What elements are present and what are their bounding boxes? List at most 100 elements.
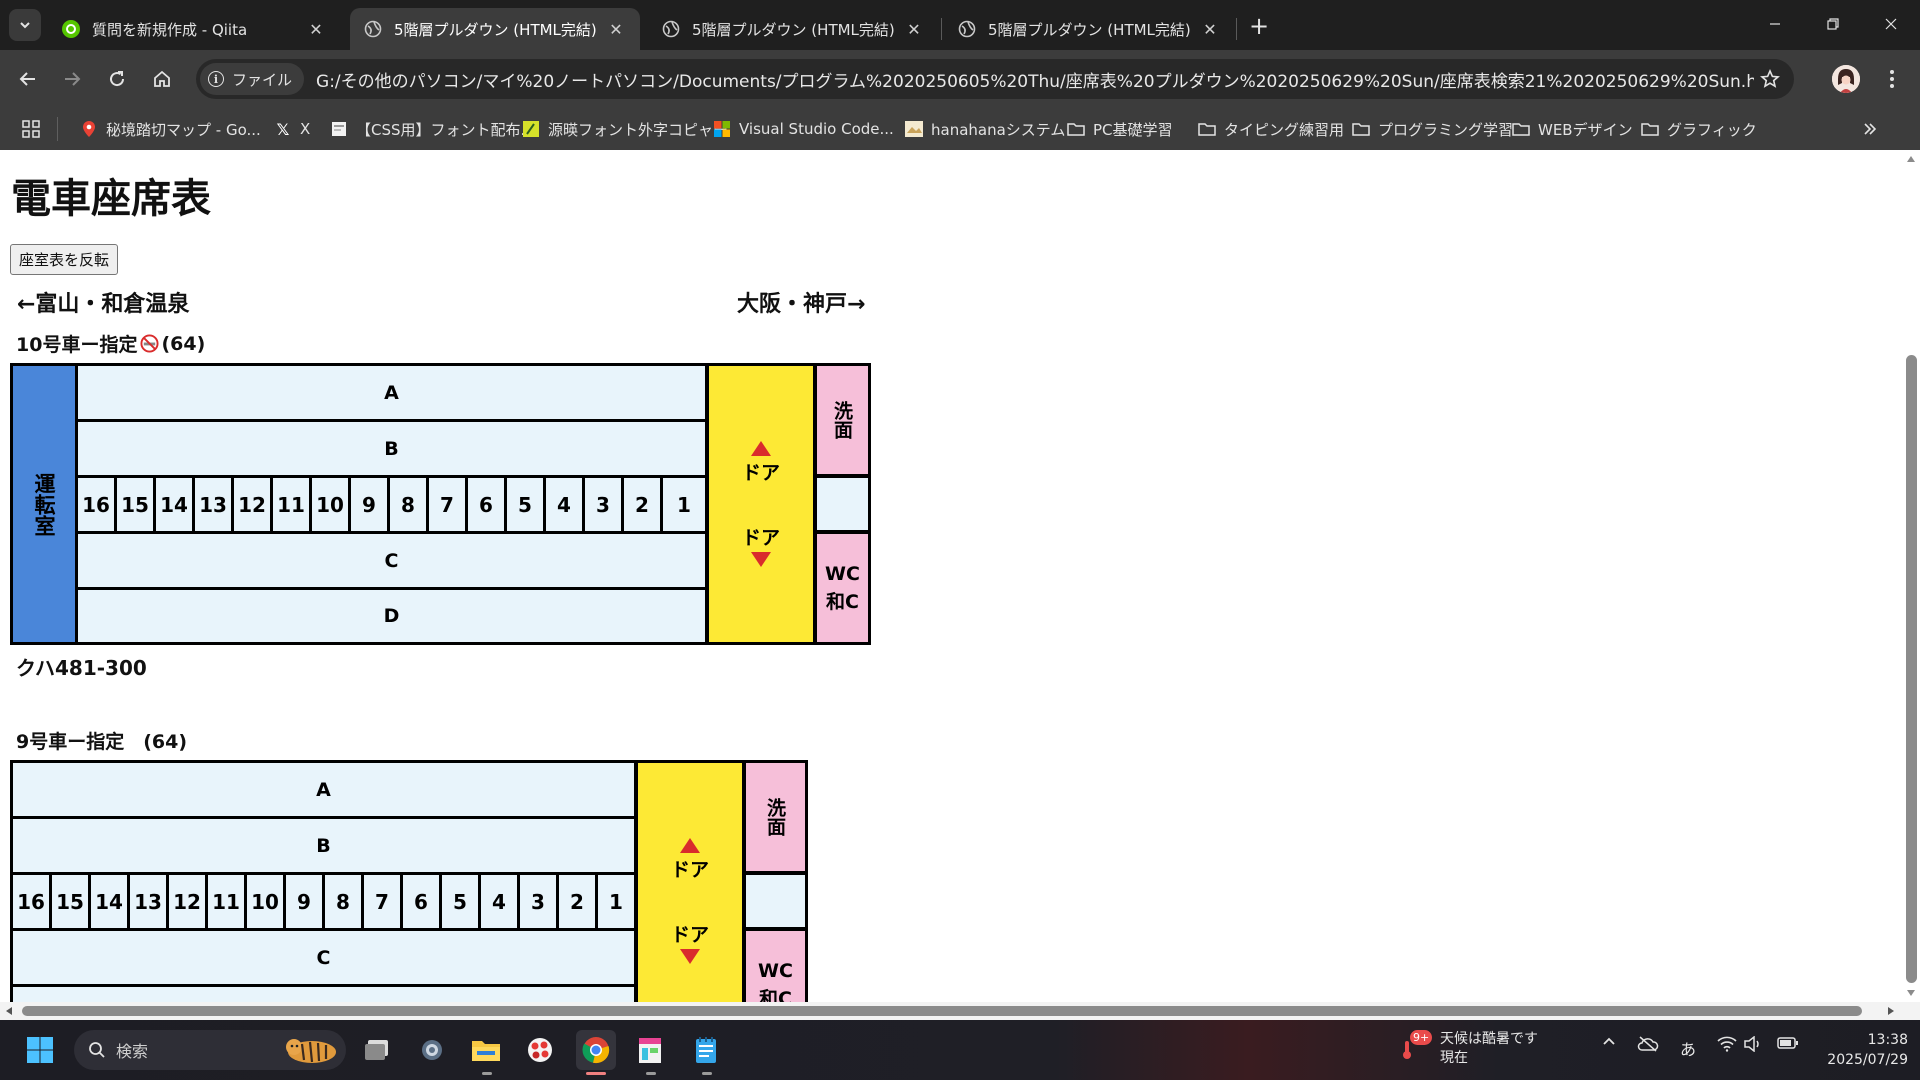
settings-app-button[interactable] xyxy=(412,1030,452,1070)
seat-number[interactable]: 12 xyxy=(169,875,205,928)
wifi-button[interactable] xyxy=(1716,1036,1738,1052)
seat-number[interactable]: 9 xyxy=(286,875,322,928)
seat-number[interactable]: 15 xyxy=(117,478,153,531)
flip-seat-map-button[interactable]: 座室表を反転 xyxy=(10,244,119,275)
site-info-chip[interactable]: i ファイル xyxy=(200,63,305,95)
bookmark-item[interactable]: 𝕏 X xyxy=(274,114,311,144)
tab-search-button[interactable] xyxy=(9,9,41,41)
seat-number[interactable]: 14 xyxy=(91,875,127,928)
task-view-button[interactable] xyxy=(358,1030,398,1070)
bookmark-item[interactable]: 【CSS用】フォント配布... xyxy=(330,114,535,144)
horizontal-scroll-thumb[interactable] xyxy=(22,1006,1862,1016)
door-label-bottom: ドア xyxy=(741,527,780,549)
arrow-down-icon xyxy=(680,949,700,964)
seat-number[interactable]: 1 xyxy=(598,875,634,928)
chrome-button[interactable] xyxy=(576,1030,616,1070)
arrow-down-icon xyxy=(751,552,771,567)
seat-number[interactable]: 2 xyxy=(624,478,660,531)
back-button[interactable] xyxy=(12,63,44,95)
volume-button[interactable] xyxy=(1742,1036,1764,1052)
forward-button[interactable] xyxy=(56,63,88,95)
seat-number[interactable]: 8 xyxy=(390,478,426,531)
notepad-button[interactable] xyxy=(686,1030,726,1070)
seat-number[interactable]: 16 xyxy=(78,478,114,531)
seat-number[interactable]: 5 xyxy=(507,478,543,531)
bookmark-folder[interactable]: プログラミング学習 xyxy=(1352,114,1513,144)
seat-number[interactable]: 4 xyxy=(546,478,582,531)
more-bookmarks-button[interactable] xyxy=(1862,114,1878,144)
seat-number[interactable]: 11 xyxy=(208,875,244,928)
ime-indicator[interactable]: あ xyxy=(1676,1036,1700,1060)
close-icon[interactable]: ✕ xyxy=(904,19,924,39)
search-highlight-tiger-icon xyxy=(286,1039,336,1063)
close-icon[interactable]: ✕ xyxy=(306,19,326,39)
close-icon[interactable]: ✕ xyxy=(1200,19,1220,39)
seat-number[interactable]: 6 xyxy=(403,875,439,928)
tab-qiita[interactable]: 質問を新規作成 - Qiita ✕ xyxy=(48,8,340,50)
seat-number[interactable]: 10 xyxy=(247,875,283,928)
info-icon: i xyxy=(208,71,224,87)
task-view-icon xyxy=(365,1040,388,1060)
scroll-up-arrow-icon[interactable] xyxy=(1907,156,1915,162)
restore-button[interactable] xyxy=(1804,0,1862,48)
tab[interactable]: 5階層プルダウン (HTML完結) ✕ xyxy=(944,8,1234,50)
seat-number[interactable]: 13 xyxy=(130,875,166,928)
taskbar-search[interactable]: 検索 xyxy=(74,1030,346,1070)
address-bar[interactable]: i ファイル G:/その他のパソコン/マイ%20ノートパソコン/Document… xyxy=(196,59,1794,99)
row-c: C xyxy=(78,534,705,587)
scroll-right-arrow-icon[interactable] xyxy=(1888,1007,1894,1015)
seat-number[interactable]: 10 xyxy=(312,478,348,531)
more-menu-button[interactable] xyxy=(1876,63,1908,95)
seat-number[interactable]: 1 xyxy=(663,478,705,531)
close-icon[interactable]: ✕ xyxy=(606,19,626,39)
seat-number[interactable]: 6 xyxy=(468,478,504,531)
seat-number[interactable]: 14 xyxy=(156,478,192,531)
seat-number[interactable]: 15 xyxy=(52,875,88,928)
bookmark-item[interactable]: hanahanaシステム xyxy=(905,114,1065,144)
bookmark-item[interactable]: Visual Studio Code... xyxy=(713,114,894,144)
system-clock[interactable]: 13:38 2025/07/29 xyxy=(1812,1030,1908,1070)
seat-number[interactable]: 3 xyxy=(585,478,621,531)
reload-button[interactable] xyxy=(101,63,133,95)
bookmark-folder[interactable]: PC基礎学習 xyxy=(1067,114,1173,144)
file-explorer-button[interactable] xyxy=(466,1030,506,1070)
seat-number[interactable]: 2 xyxy=(559,875,595,928)
seat-number[interactable]: 16 xyxy=(13,875,49,928)
seat-number[interactable]: 4 xyxy=(481,875,517,928)
apps-button[interactable] xyxy=(22,114,40,144)
bookmark-folder[interactable]: タイピング練習用 xyxy=(1198,114,1344,144)
bookmark-item[interactable]: 秘境踏切マップ - Go... xyxy=(80,114,261,144)
vertical-scroll-thumb[interactable] xyxy=(1906,355,1917,983)
minimize-button[interactable] xyxy=(1746,0,1804,48)
seat-number[interactable]: 9 xyxy=(351,478,387,531)
bookmark-folder[interactable]: WEBデザイン xyxy=(1512,114,1633,144)
seat-number[interactable]: 11 xyxy=(273,478,309,531)
battery-button[interactable] xyxy=(1776,1036,1800,1050)
seat-number[interactable]: 7 xyxy=(429,478,465,531)
car-name: 9号車ー指定 (64) xyxy=(16,731,188,753)
start-button[interactable] xyxy=(20,1030,60,1070)
scroll-down-arrow-icon[interactable] xyxy=(1907,990,1915,996)
tray-overflow-button[interactable] xyxy=(1598,1036,1620,1046)
tab-active[interactable]: 5階層プルダウン (HTML完結) ✕ xyxy=(350,8,640,50)
seat-number[interactable]: 13 xyxy=(195,478,231,531)
bookmark-folder[interactable]: グラフィック xyxy=(1641,114,1757,144)
seat-number[interactable]: 7 xyxy=(364,875,400,928)
url-text[interactable]: G:/その他のパソコン/マイ%20ノートパソコン/Documents/プログラム… xyxy=(316,67,1754,92)
profile-avatar[interactable] xyxy=(1832,65,1860,93)
weather-widget[interactable]: 9+ 天候は酷暑です 現在 xyxy=(1400,1030,1538,1068)
bookmark-item[interactable]: 源暎フォント外字コピャー xyxy=(522,114,728,144)
home-button[interactable] xyxy=(146,63,178,95)
seat-number[interactable]: 12 xyxy=(234,478,270,531)
tab[interactable]: 5階層プルダウン (HTML完結) ✕ xyxy=(648,8,938,50)
new-tab-button[interactable]: + xyxy=(1245,12,1273,40)
seat-number[interactable]: 5 xyxy=(442,875,478,928)
seat-number[interactable]: 3 xyxy=(520,875,556,928)
app-button[interactable] xyxy=(630,1030,670,1070)
bookmark-star-icon[interactable] xyxy=(1754,63,1786,95)
seat-number[interactable]: 8 xyxy=(325,875,361,928)
close-window-button[interactable] xyxy=(1862,0,1920,48)
scroll-left-arrow-icon[interactable] xyxy=(6,1007,12,1015)
onedrive-button[interactable] xyxy=(1636,1036,1660,1052)
app-button[interactable] xyxy=(520,1030,560,1070)
